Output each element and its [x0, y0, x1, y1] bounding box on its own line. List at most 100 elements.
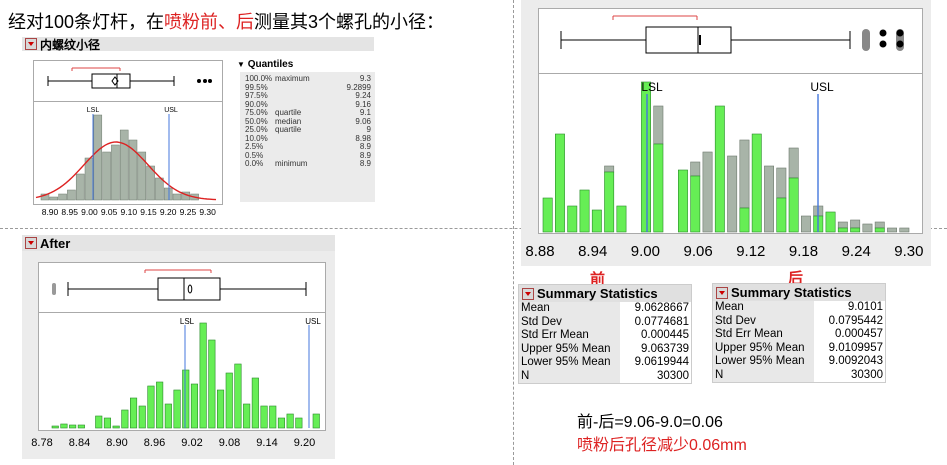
stat-value: 9.0628667: [619, 302, 691, 316]
quantile-value: 8.9: [359, 159, 371, 168]
quantiles-table: 100.0% maximum 9.3 99.5% 9.2899 97.5% 9.24 90.0…: [245, 74, 371, 169]
stat-row: Std Dev 0.0795442: [713, 314, 885, 328]
histogram-bar: [690, 175, 701, 233]
stat-label: N: [713, 368, 814, 382]
disclosure-triangle-icon[interactable]: [522, 287, 534, 300]
quantile-label: [275, 84, 319, 93]
histogram-bar: [155, 177, 164, 201]
stat-value: 30300: [813, 368, 885, 382]
axis-tick-label: 8.90: [106, 437, 127, 449]
histogram-bar: [862, 223, 873, 233]
panel2-header[interactable]: After: [22, 235, 335, 251]
stat-row: Std Dev 0.0774681: [519, 315, 691, 329]
stat-value: 9.063739: [619, 342, 691, 356]
histogram-bar: [164, 403, 172, 429]
axis-tick-label: 8.88: [525, 243, 554, 260]
panel1-histogram: LSL USL: [35, 107, 217, 201]
histogram-bar: [103, 417, 111, 429]
stats-before-header[interactable]: Summary Statistics: [519, 285, 691, 302]
stat-row: Mean 9.0628667: [519, 302, 691, 316]
histogram-bar: [604, 171, 615, 233]
quantiles-title: Quantiles: [247, 59, 294, 70]
axis-tick-label: 9.00: [81, 207, 98, 217]
histogram-bar: [714, 105, 725, 233]
panel1-title: 内螺纹小径: [40, 37, 101, 52]
histogram-bar: [49, 196, 59, 201]
difference-formula: 前-后=9.06-9.0=0.06: [577, 414, 723, 431]
vertical-divider: [513, 0, 514, 465]
panel2-histogram: LSL USL: [51, 317, 321, 429]
histogram-bar: [837, 221, 848, 229]
panel1-boxplot: [47, 67, 212, 89]
disclosure-triangle-icon[interactable]: [716, 286, 728, 299]
stat-label: Upper 95% Mean: [713, 341, 814, 355]
axis-tick-label: 9.18: [789, 243, 818, 260]
disclosure-triangle-icon[interactable]: [25, 38, 37, 50]
histogram-bar: [604, 165, 615, 173]
stat-label: Lower 95% Mean: [713, 355, 814, 369]
lsl-label: LSL: [87, 107, 100, 114]
histogram-bar: [225, 372, 233, 429]
histogram-bar: [567, 205, 578, 233]
axis-tick-label: 8.94: [578, 243, 607, 260]
stats-after-title: Summary Statistics: [731, 285, 852, 300]
disclosure-triangle-icon[interactable]: [25, 237, 37, 249]
stats-before-title: Summary Statistics: [537, 286, 658, 301]
axis-tick-label: 9.20: [160, 207, 177, 217]
stat-value: 9.0109957: [813, 341, 885, 355]
histogram-bar: [874, 227, 885, 233]
histogram-bar: [121, 409, 129, 429]
histogram-bar: [199, 322, 207, 429]
title-suffix: 测量其3个螺孔的小径：: [254, 12, 445, 32]
histogram-bar: [641, 81, 652, 233]
histogram-bar: [251, 377, 259, 429]
histogram-bar: [825, 211, 836, 233]
axis-tick-label: 9.24: [842, 243, 871, 260]
panel3-boxplot-frame: [538, 8, 923, 74]
stat-row: N 30300: [519, 369, 691, 383]
panel3-axis: 8.88 8.94 9.00 9.06 9.12 9.18 9.24 9.30: [525, 243, 923, 260]
stats-before-table: Mean 9.0628667 Std Dev 0.0774681 Std Err Mea…: [519, 302, 691, 383]
axis-tick-label: 9.12: [736, 243, 765, 260]
stat-value: 0.0774681: [619, 315, 691, 329]
quantile-label: quartile: [275, 125, 302, 134]
stats-after: Summary Statistics Mean 9.0101 Std Dev 0.07…: [712, 283, 886, 383]
title-prefix: 经对100条灯杆，在: [8, 12, 165, 32]
stats-after-header[interactable]: Summary Statistics: [713, 284, 885, 301]
histogram-bar: [295, 417, 303, 429]
quantile-label: minimum: [275, 159, 308, 168]
histogram-bar: [739, 139, 750, 209]
histogram-bar: [112, 425, 120, 429]
panel3-histogram: LSL USL: [542, 80, 910, 233]
axis-tick-label: 9.06: [683, 243, 712, 260]
panel3-histogram-frame: LSL USL: [538, 73, 923, 234]
axis-tick-label: 9.15: [140, 207, 157, 217]
stat-label: Mean: [519, 302, 620, 316]
histogram-bar: [111, 144, 120, 201]
histogram-bar: [591, 209, 602, 233]
panel1-boxplot-frame: [33, 60, 223, 102]
stat-label: Upper 95% Mean: [519, 342, 620, 356]
quantile-label: [275, 135, 319, 144]
stat-row: Std Err Mean 0.000445: [519, 329, 691, 343]
histogram-bar: [751, 133, 762, 233]
conclusion-text: 喷粉后孔径减少0.06mm: [577, 437, 747, 454]
axis-tick-label: 9.00: [631, 243, 660, 260]
stat-value: 9.0619944: [619, 356, 691, 370]
histogram-bar: [899, 227, 910, 233]
stat-value: 9.0101: [813, 301, 885, 315]
histogram-bar: [874, 221, 885, 229]
stat-label: Mean: [713, 301, 814, 315]
histogram-bar: [119, 129, 129, 201]
panel1-header[interactable]: 内螺纹小径: [22, 37, 374, 52]
quantiles-triangle-icon[interactable]: ▼: [237, 60, 245, 69]
axis-tick-label: 9.25: [180, 207, 197, 217]
histogram-bar: [837, 227, 848, 233]
histogram-bar: [147, 385, 155, 429]
stat-row: Mean 9.0101: [713, 301, 885, 315]
title-highlight: 喷粉前、后: [164, 12, 255, 32]
histogram-bar: [260, 405, 268, 429]
quantiles-header[interactable]: ▼ Quantiles: [237, 59, 293, 70]
axis-tick-label: 9.20: [294, 437, 315, 449]
histogram-bar: [788, 177, 799, 233]
